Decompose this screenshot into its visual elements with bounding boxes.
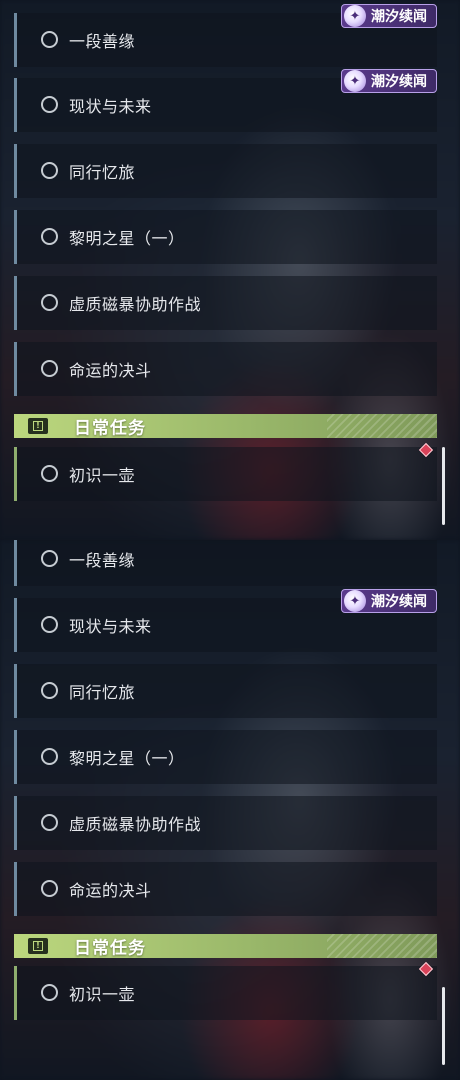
quest-label: 命运的决斗 (69, 881, 152, 900)
radio-circle-icon (41, 360, 58, 377)
radio-circle-icon (41, 550, 58, 567)
tide-story-badge: ✦ 潮汐续闻 (341, 589, 437, 613)
radio-circle-icon (41, 294, 58, 311)
quest-row-3[interactable]: 同行忆旅 (14, 144, 437, 198)
exclamation-icon: ! (28, 418, 48, 434)
quest-label: 虚质磁暴协助作战 (69, 295, 202, 314)
scrollbar-thumb[interactable] (442, 987, 445, 1065)
tide-logo-icon: ✦ (344, 70, 366, 92)
quest-label: 一段善缘 (69, 32, 136, 51)
quest-row-6[interactable]: 命运的决斗 (14, 342, 437, 396)
quest-label: 初识一壶 (69, 985, 136, 1004)
badge-label: 潮汐续闻 (371, 74, 427, 90)
tide-logo-icon: ✦ (344, 590, 366, 612)
header-stripes-decoration (327, 414, 437, 438)
radio-circle-icon (41, 31, 58, 48)
tide-story-badge: ✦ 潮汐续闻 (341, 69, 437, 93)
radio-circle-icon (41, 96, 58, 113)
radio-circle-icon (41, 465, 58, 482)
radio-circle-icon (41, 880, 58, 897)
quest-row-4[interactable]: 黎明之星（一） (14, 730, 437, 784)
quest-label: 黎明之星（一） (69, 749, 185, 768)
daily-quests-title: 日常任务 (74, 418, 146, 439)
daily-quests-header[interactable]: ! 日常任务 (14, 414, 437, 439)
daily-quest-row-1[interactable]: 初识一壶 (14, 966, 437, 1020)
badge-label: 潮汐续闻 (371, 9, 427, 25)
radio-circle-icon (41, 814, 58, 831)
quest-row-5[interactable]: 虚质磁暴协助作战 (14, 796, 437, 850)
quest-panel-top: 一段善缘 ✦ 潮汐续闻 现状与未来 ✦ 潮汐续闻 同行忆旅 黎明之星（一） 虚质… (0, 0, 460, 540)
quest-row-6[interactable]: 命运的决斗 (14, 862, 437, 916)
radio-circle-icon (41, 984, 58, 1001)
quest-row-5[interactable]: 虚质磁暴协助作战 (14, 276, 437, 330)
scrollbar-thumb[interactable] (442, 447, 445, 525)
quest-label: 黎明之星（一） (69, 229, 185, 248)
tide-logo-icon: ✦ (344, 5, 366, 27)
quest-label: 同行忆旅 (69, 683, 136, 702)
quest-panel-bottom: 一段善缘 现状与未来 ✦ 潮汐续闻 同行忆旅 黎明之星（一） 虚质磁暴协助作战 … (0, 540, 460, 1080)
exclamation-icon: ! (28, 938, 48, 954)
radio-circle-icon (41, 748, 58, 765)
quest-label: 一段善缘 (69, 551, 136, 570)
radio-circle-icon (41, 616, 58, 633)
quest-row-4[interactable]: 黎明之星（一） (14, 210, 437, 264)
daily-quests-title: 日常任务 (74, 938, 146, 959)
quest-row-1[interactable]: 一段善缘 (14, 540, 437, 586)
badge-label: 潮汐续闻 (371, 594, 427, 610)
daily-quests-header[interactable]: ! 日常任务 (14, 934, 437, 959)
quest-label: 现状与未来 (69, 97, 152, 116)
quest-label: 现状与未来 (69, 617, 152, 636)
daily-quest-row-1[interactable]: 初识一壶 (14, 447, 437, 501)
header-stripes-decoration (327, 934, 437, 958)
quest-row-3[interactable]: 同行忆旅 (14, 664, 437, 718)
quest-label: 虚质磁暴协助作战 (69, 815, 202, 834)
quest-label: 初识一壶 (69, 466, 136, 485)
quest-label: 命运的决斗 (69, 361, 152, 380)
radio-circle-icon (41, 228, 58, 245)
tide-story-badge: ✦ 潮汐续闻 (341, 4, 437, 28)
quest-label: 同行忆旅 (69, 163, 136, 182)
radio-circle-icon (41, 162, 58, 179)
radio-circle-icon (41, 682, 58, 699)
